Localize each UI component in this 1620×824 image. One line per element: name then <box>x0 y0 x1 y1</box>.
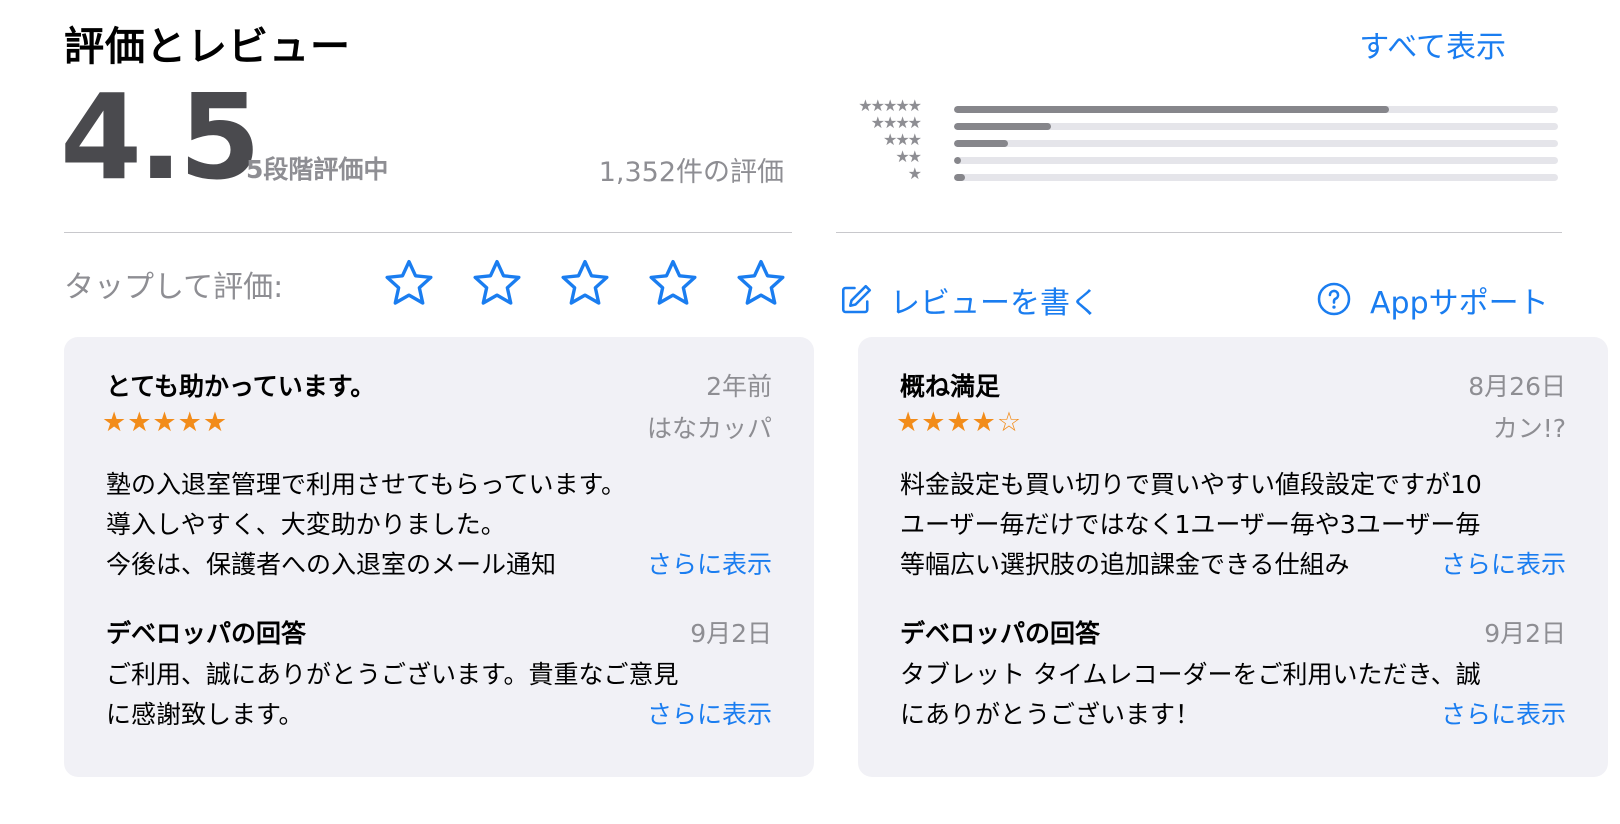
question-circle-icon <box>1317 282 1351 316</box>
review-title: 概ね満足 <box>900 372 1001 401</box>
developer-response-title: デベロッパの回答 <box>106 619 307 648</box>
developer-response-more-link[interactable]: さらに表示 <box>628 695 772 731</box>
compose-icon <box>841 284 872 314</box>
rate-star-5-icon[interactable] <box>734 256 788 310</box>
developer-response-line: タブレット タイムレコーダーをご利用いただき、誠 <box>900 660 1481 689</box>
review-line: 塾の入退室管理で利用させてもらっています。 <box>106 470 627 499</box>
review-date: 2年前 <box>706 372 772 401</box>
review-card-2[interactable]: 概ね満足 8月26日 ★★★★☆ カン!? 料金設定も買い切りで買いやすい値段設… <box>858 337 1608 777</box>
histogram-row-5: ★★★★★ <box>858 96 1562 117</box>
rating-histogram: ★★★★★ ★★★★ ★★★ ★★ ★ <box>858 96 1562 185</box>
app-support-button[interactable]: Appサポート <box>1316 278 1562 322</box>
histogram-track <box>954 157 1558 164</box>
review-author: カン!? <box>1492 414 1566 443</box>
developer-response-date: 9月2日 <box>690 619 772 648</box>
histogram-fill <box>954 157 962 164</box>
rating-count: 1,352件の評価 <box>598 157 784 188</box>
review-more-link[interactable]: さらに表示 <box>1422 545 1566 581</box>
review-line: 料金設定も買い切りで買いやすい値段設定ですが10 <box>900 470 1482 499</box>
developer-response-line: ご利用、誠にありがとうございます。貴重なご意見 <box>106 660 679 689</box>
histogram-track <box>954 106 1558 113</box>
review-rating-stars: ★★★★☆ <box>896 407 1023 438</box>
histogram-row-4: ★★★★ <box>858 113 1562 134</box>
review-date: 8月26日 <box>1468 372 1566 401</box>
see-all-link[interactable]: すべて表示 <box>1359 22 1506 66</box>
rate-star-2-icon[interactable] <box>470 256 524 310</box>
review-title: とても助かっています。 <box>106 372 376 401</box>
review-rating-stars: ★★★★★ <box>102 407 229 438</box>
average-rating: 4.5 <box>60 68 261 206</box>
tap-to-rate-stars <box>382 256 792 312</box>
review-author: はなカッパ <box>646 414 772 443</box>
histogram-stars-1: ★ <box>907 164 922 183</box>
histogram-track <box>954 140 1558 147</box>
histogram-row-3: ★★★ <box>858 130 1562 151</box>
histogram-fill <box>954 123 1051 130</box>
histogram-track <box>954 123 1558 130</box>
app-support-label: Appサポート <box>1370 286 1549 321</box>
tap-to-rate-label: タップして評価: <box>64 270 284 305</box>
histogram-row-2: ★★ <box>858 147 1562 168</box>
rate-star-4-icon[interactable] <box>646 256 700 310</box>
review-more-link[interactable]: さらに表示 <box>628 545 772 581</box>
divider-right <box>836 232 1562 233</box>
developer-response-title: デベロッパの回答 <box>900 619 1101 648</box>
histogram-fill <box>954 140 1009 147</box>
write-review-label: レビューを書く <box>890 286 1100 321</box>
histogram-fill <box>954 106 1389 113</box>
developer-response-more-link[interactable]: さらに表示 <box>1422 695 1566 731</box>
review-card-1[interactable]: とても助かっています。 2年前 ★★★★★ はなカッパ 塾の入退室管理で利用させ… <box>64 337 814 777</box>
divider-left <box>64 232 792 233</box>
rate-star-3-icon[interactable] <box>558 256 612 310</box>
rate-star-1-icon[interactable] <box>382 256 436 310</box>
histogram-track <box>954 174 1558 181</box>
section-title: 評価とレビュー <box>64 24 351 70</box>
review-line: ユーザー毎だけではなく1ユーザー毎や3ユーザー毎 <box>900 510 1481 539</box>
review-line: 導入しやすく、大変助かりました。 <box>106 510 506 539</box>
rating-scale-label: 5段階評価中 <box>246 155 389 184</box>
histogram-row-1: ★ <box>858 164 1562 185</box>
developer-response-date: 9月2日 <box>1484 619 1566 648</box>
histogram-fill <box>954 174 965 181</box>
